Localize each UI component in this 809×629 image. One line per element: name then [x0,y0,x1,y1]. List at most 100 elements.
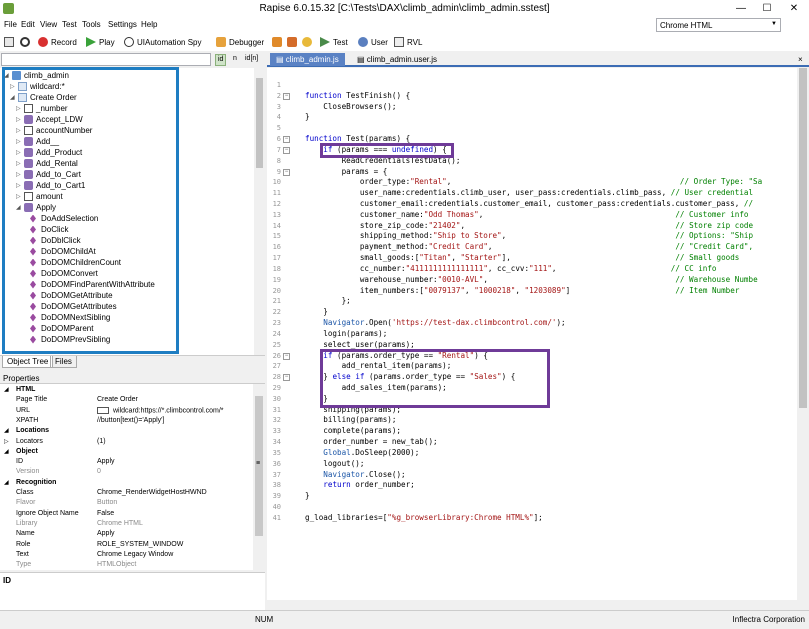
property-value[interactable]: False [97,510,114,517]
fold-toggle-icon[interactable]: − [283,168,290,176]
property-row[interactable]: Library Chrome HTML [0,520,253,530]
close-tab-icon[interactable]: × [798,55,803,64]
code-line: payment_method:"Credit Card", // "Credit… [305,242,754,252]
spy-button[interactable]: UIAutomation Spy [124,37,201,47]
editor-vertical-scrollbar[interactable] [797,68,809,600]
collapse-icon[interactable]: ◢ [4,427,9,434]
fold-toggle-icon[interactable]: − [283,136,290,144]
property-value[interactable]: (1) [97,438,106,445]
rvl-button[interactable]: RVL [394,37,422,47]
line-number: 37 [272,470,281,479]
code-line: select_user(params); [305,339,415,349]
tab-climb-admin-user-js[interactable]: ▤ climb_admin.user.js [351,53,443,66]
object-search-input[interactable] [1,53,211,66]
tab-files[interactable]: Files [50,356,77,368]
fold-toggle-icon[interactable]: − [283,374,290,382]
property-row[interactable]: Page Title Create Order [0,396,253,406]
user-button[interactable]: User [358,37,388,47]
property-value[interactable]: Apply [97,530,115,537]
browser-select[interactable]: Chrome HTML ▼ [656,18,781,32]
id-filter-button[interactable]: id [215,54,227,66]
debugger-button[interactable]: Debugger [216,37,264,47]
property-row[interactable]: Class Chrome_RenderWidgetHostHWND [0,489,253,499]
url-swatch-icon [97,406,109,414]
property-key: Type [16,561,32,569]
tab-climb-admin-js[interactable]: ▤ climb_admin.js [270,53,345,66]
maximize-button[interactable]: ☐ [754,0,780,18]
line-number: 14 [272,221,281,230]
status-company: Inflectra Corporation [732,615,805,624]
line-number: 28 [272,373,281,382]
code-line: customer_name:"Odd Thomas", // Customer … [305,209,749,219]
code-line: } [305,491,310,501]
fold-toggle-icon[interactable]: − [283,352,290,360]
expand-icon[interactable]: ▷ [4,438,9,445]
spy-label: UIAutomation Spy [137,37,202,47]
icon-action-1[interactable] [272,37,285,47]
save-icon[interactable] [4,37,17,47]
property-row[interactable]: XPATH //button[text()='Apply'] [0,417,253,427]
tree-scroll-thumb[interactable] [256,78,263,168]
code-line: shipping_method:"Ship to Store", // Opti… [305,231,754,241]
property-row[interactable]: ID Apply [0,458,253,468]
object-search-row: id n id[n] [0,52,265,68]
editor-scroll-thumb[interactable] [799,68,807,408]
line-number: 19 [272,275,281,284]
line-number: 12 [272,200,281,209]
property-value[interactable]: Chrome HTML [97,520,143,527]
property-row[interactable]: Type HTMLObject [0,561,253,570]
property-key: Object [16,447,38,455]
property-value[interactable]: //button[text()='Apply'] [97,417,164,424]
menu-help[interactable]: Help [141,20,157,29]
close-button[interactable]: ✕ [781,0,807,18]
property-value[interactable]: Chrome_RenderWidgetHostHWND [97,489,207,496]
property-value[interactable]: HTMLObject [97,561,136,568]
property-value[interactable]: Create Order [97,396,138,403]
property-row[interactable]: Role ROLE_SYSTEM_WINDOW [0,541,253,551]
property-value[interactable]: Chrome Legacy Window [97,551,173,558]
property-row[interactable]: Version 0 [0,468,253,478]
property-row[interactable]: Flavor Button [0,499,253,509]
collapse-icon[interactable]: ◢ [4,386,9,393]
properties-scrollbar[interactable]: ≡ [253,384,265,570]
editor-horizontal-scrollbar[interactable] [267,600,809,610]
collapse-icon[interactable]: ◢ [4,448,9,455]
property-key: Version [16,468,40,476]
property-value[interactable]: Apply [97,458,115,465]
property-value[interactable]: ROLE_SYSTEM_WINDOW [97,541,183,548]
search-icon[interactable] [20,37,33,47]
icon-action-3[interactable] [302,37,315,47]
fold-toggle-icon[interactable]: − [283,146,290,154]
line-number: 5 [276,124,281,133]
property-row[interactable]: ▷ Locators (1) [0,438,253,448]
left-panel-tabs: Object Tree Files [0,355,265,368]
code-line: return order_number; [323,480,415,490]
play-button[interactable]: Play [86,37,115,47]
fold-toggle-icon[interactable]: − [283,92,290,100]
collapse-icon[interactable]: ◢ [4,479,9,486]
property-value[interactable]: wildcard:https://*.climbcontrol.com/* [97,406,223,414]
menu-edit[interactable]: Edit [21,20,35,29]
menu-test[interactable]: Test [62,20,77,29]
menu-tools[interactable]: Tools [82,20,101,29]
property-value[interactable]: Button [97,499,117,506]
property-row[interactable]: URL wildcard:https://*.climbcontrol.com/* [0,406,253,417]
menu-view[interactable]: View [40,20,57,29]
code-editor[interactable]: 1 2− function TestFinish() {3 CloseBrowser… [267,68,797,600]
property-value[interactable]: 0 [97,468,101,475]
menu-file[interactable]: File [4,20,17,29]
n-filter-button[interactable]: n [231,54,239,66]
property-row[interactable]: Ignore Object Name False [0,510,253,520]
tree-scrollbar[interactable] [254,68,265,355]
property-row[interactable]: Text Chrome Legacy Window [0,551,253,561]
test-button[interactable]: Test [320,37,348,47]
minimize-button[interactable]: — [728,0,754,18]
code-line: params = { [305,166,388,176]
property-row[interactable]: Name Apply [0,530,253,540]
tab-object-tree[interactable]: Object Tree [2,356,54,368]
record-button[interactable]: Record [38,37,77,47]
line-number: 35 [272,448,281,457]
icon-action-2[interactable] [287,37,300,47]
menu-settings[interactable]: Settings [108,20,137,29]
idn-filter-button[interactable]: id[n] [243,54,260,66]
